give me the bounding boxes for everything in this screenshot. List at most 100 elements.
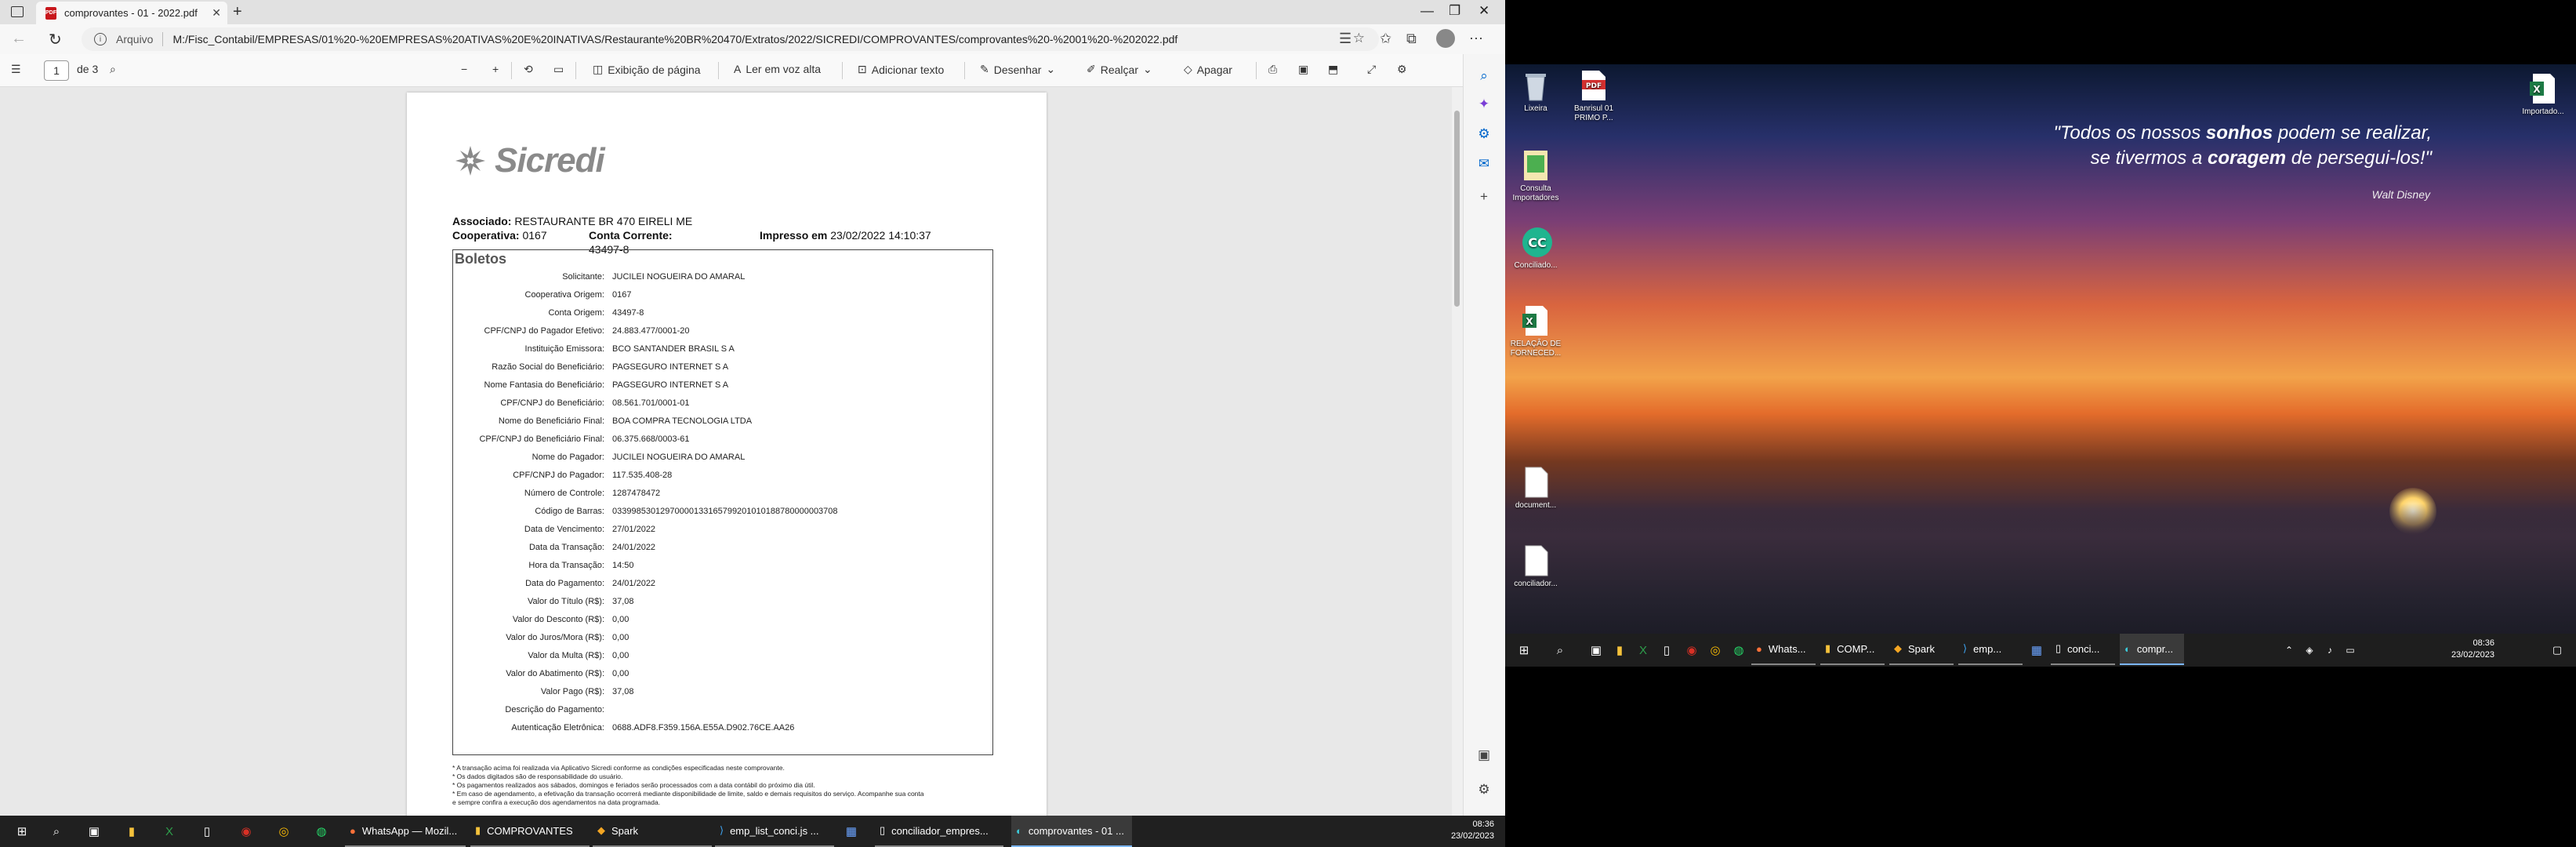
tab-active[interactable]: PDF comprovantes - 01 - 2022.pdf ✕ [36, 2, 227, 24]
zoom-out-button[interactable]: − [461, 63, 467, 75]
acrobat-icon[interactable]: ◉ [237, 822, 256, 841]
taskbar-app-edge[interactable]: ◐ compr... [2120, 634, 2184, 665]
whatsapp-icon[interactable]: ◍ [1729, 641, 1748, 660]
taskbar-app-edge[interactable]: ◐ comprovantes - 01 ... [1011, 816, 1132, 847]
taskbar-app-notepad[interactable]: ▯ conciliador_empres... [875, 816, 1003, 847]
tab-actions-icon[interactable] [11, 6, 24, 17]
outlook-icon[interactable]: ✉ [1475, 154, 1493, 173]
copilot-icon[interactable]: ✦ [1475, 95, 1493, 114]
desktop-icon-conciliador[interactable]: CC Conciliado... [1506, 226, 1566, 271]
minimize-button[interactable]: — [1420, 3, 1434, 19]
tools-icon[interactable]: ⚙ [1475, 125, 1493, 144]
add-text-label: Adicionar texto [871, 63, 945, 76]
clock[interactable]: 08:36 23/02/2023 [2435, 638, 2494, 661]
info-icon[interactable]: i [94, 33, 107, 45]
draw-button[interactable]: ✎ Desenhar ⌄ [980, 63, 1055, 76]
address-bar[interactable]: i Arquivo M:/Fisc_Contabil/EMPRESAS/01%2… [82, 27, 1379, 51]
highlight-button[interactable]: ✐ Realçar ⌄ [1087, 63, 1152, 76]
acrobat-icon[interactable]: ◉ [1682, 641, 1701, 660]
table-of-contents-icon[interactable]: ☰ [11, 63, 21, 76]
vertical-scrollbar[interactable] [1452, 87, 1463, 816]
new-tab-button[interactable]: + [233, 3, 242, 21]
page-number-input[interactable]: 1 [44, 60, 69, 81]
fit-page-icon[interactable]: ▭ [553, 63, 564, 76]
favorites-icon[interactable]: ✩ [1380, 31, 1391, 47]
taskbar-app-notepad[interactable]: ▯ conci... [2051, 634, 2115, 665]
taskbar-app-whatsapp[interactable]: ● WhatsApp — Mozil... [345, 816, 466, 847]
detail-row: Autenticação Eletrônica: 0688.ADF8.F359.1… [453, 723, 994, 741]
detail-label: Número de Controle: [524, 489, 604, 498]
notifications-icon[interactable]: ▢ [2548, 641, 2567, 660]
taskbar-app-vscode[interactable]: ⟩ emp_list_conci.js ... [715, 816, 834, 847]
close-window-button[interactable]: ✕ [1478, 3, 1489, 19]
whatsapp-icon[interactable]: ◍ [312, 822, 331, 841]
profile-avatar[interactable] [1436, 29, 1455, 48]
print-icon[interactable]: ⎙ [1268, 63, 1277, 76]
desktop-icon-consulta[interactable]: Consulta Importadores [1506, 149, 1566, 203]
desktop-icon-conciliador-file[interactable]: conciliador... [1506, 544, 1566, 589]
network-icon[interactable]: ◈ [2300, 641, 2319, 660]
taskbar-app-explorer[interactable]: ▮ COMPROVANTES [470, 816, 590, 847]
detail-label: Valor do Desconto (R$): [512, 615, 604, 624]
settings-icon[interactable]: ⚙ [1475, 780, 1493, 799]
taskbar-app-vscode[interactable]: ⟩ emp... [1958, 634, 2023, 665]
detail-label: Código de Barras: [535, 507, 604, 516]
desktop-icon-banrisul-pdf[interactable]: PDF Banrisul 01 PRIMO P... [1564, 69, 1624, 123]
save-as-icon[interactable]: ⬒ [1328, 63, 1338, 76]
desktop-icon-importados[interactable]: X Importado... [2513, 72, 2573, 117]
taskbar-app-spark[interactable]: ◆ Spark [1889, 634, 1954, 665]
url-text[interactable]: M:/Fisc_Contabil/EMPRESAS/01%20-%20EMPRE… [172, 33, 1177, 45]
more-options-icon[interactable]: ⋯ [1469, 31, 1483, 47]
read-mode-icon[interactable]: ☰ [1339, 31, 1351, 47]
start-icon[interactable]: ⊞ [1515, 641, 1533, 660]
maximize-button[interactable]: ❐ [1449, 3, 1460, 19]
search-icon[interactable]: ⌕ [47, 822, 66, 841]
taskbar-app-explorer[interactable]: ▮ COMP... [1820, 634, 1885, 665]
desktop-icon-relacao-excel[interactable]: X RELAÇÃO DE FORNECED... [1506, 304, 1566, 358]
start-icon[interactable]: ⊞ [13, 822, 31, 841]
pdf-viewer[interactable]: Sicredi Associado: RESTAURANTE BR 470 EI… [0, 87, 1452, 816]
tray-icon[interactable]: ⌃ [2280, 641, 2298, 660]
taskbar-app-spark[interactable]: ◆ Spark [593, 816, 712, 847]
desktop-icon-document[interactable]: document... [1506, 466, 1566, 511]
notepad-icon[interactable]: ▯ [198, 822, 216, 841]
detail-row: Valor do Desconto (R$): 0,00 [453, 615, 994, 633]
chrome-icon[interactable]: ◎ [1706, 641, 1725, 660]
collections-icon[interactable]: ⧉ [1406, 31, 1417, 47]
sidebar-toggle-icon[interactable]: ▣ [1475, 746, 1493, 765]
search-icon[interactable]: ⌕ [1475, 67, 1493, 85]
file-explorer-icon[interactable]: ▮ [1610, 641, 1629, 660]
rotate-icon[interactable]: ⟲ [524, 63, 533, 76]
notepad-icon[interactable]: ▯ [1657, 641, 1676, 660]
close-tab-icon[interactable]: ✕ [212, 6, 221, 20]
app-icon[interactable]: ▦ [2027, 641, 2046, 660]
app-icon[interactable]: ▦ [842, 822, 861, 841]
file-explorer-icon[interactable]: ▮ [122, 822, 141, 841]
desktop-icon-recycle-bin[interactable]: Lixeira [1506, 69, 1566, 114]
back-button[interactable]: ← [11, 30, 27, 48]
search-icon[interactable]: ⌕ [1551, 641, 1569, 660]
detail-label: Valor do Abatimento (R$): [506, 669, 604, 678]
add-text-button[interactable]: ⊡ Adicionar texto [858, 63, 944, 76]
refresh-button[interactable]: ↻ [49, 30, 62, 49]
search-icon[interactable]: ⌕ [110, 63, 116, 76]
volume-icon[interactable]: ♪ [2320, 641, 2339, 660]
excel-icon[interactable]: X [160, 822, 179, 841]
page-view-button[interactable]: ◫ Exibição de página [593, 63, 701, 76]
add-icon[interactable]: + [1475, 187, 1493, 206]
zoom-in-button[interactable]: + [492, 63, 499, 75]
erase-button[interactable]: ◇ Apagar [1184, 63, 1232, 76]
settings-icon[interactable]: ⚙ [1397, 63, 1407, 76]
battery-icon[interactable]: ▭ [2341, 641, 2360, 660]
fullscreen-icon[interactable]: ⤢ [1367, 63, 1376, 76]
scrollbar-thumb[interactable] [1454, 111, 1460, 307]
read-aloud-button[interactable]: A Ler em voz alta [734, 63, 821, 75]
save-icon[interactable]: ▣ [1298, 63, 1308, 76]
excel-icon[interactable]: X [1634, 641, 1653, 660]
favorite-star-icon[interactable]: ☆ [1353, 31, 1365, 46]
app-icon[interactable]: ▣ [1587, 641, 1605, 660]
app-icon[interactable]: ▣ [85, 822, 103, 841]
taskbar-app-whatsapp[interactable]: ● Whats... [1751, 634, 1816, 665]
clock[interactable]: 08:36 23/02/2023 [1435, 819, 1494, 842]
chrome-icon[interactable]: ◎ [274, 822, 293, 841]
